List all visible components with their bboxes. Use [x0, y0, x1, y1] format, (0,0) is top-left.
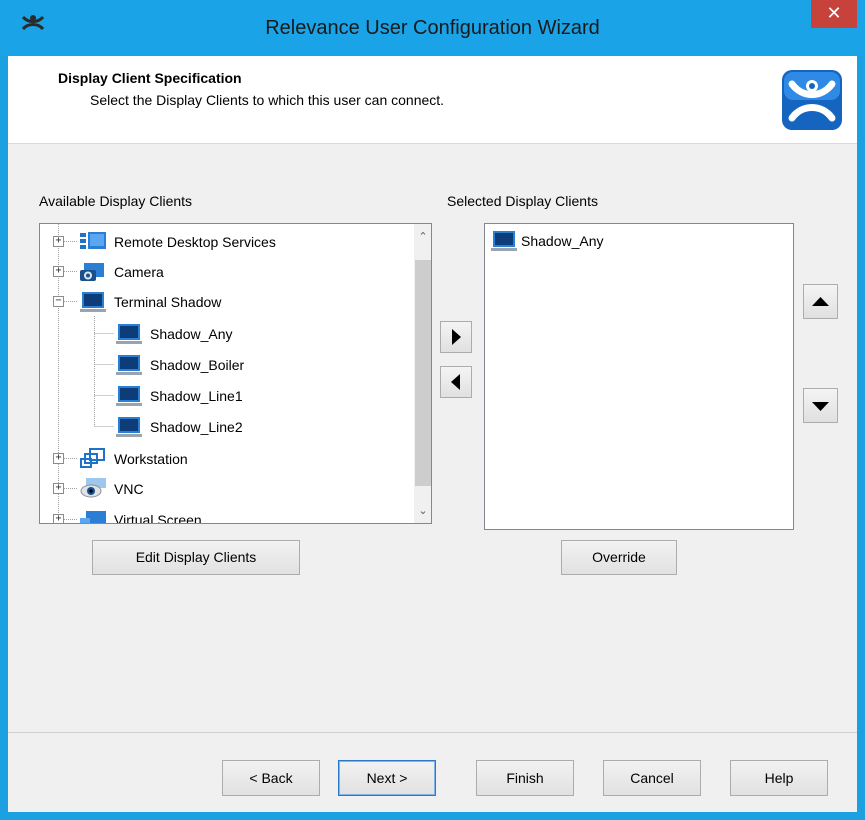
wizard-window: Relevance User Configuration Wizard ✕ Di…	[0, 0, 865, 820]
monitor-icon	[116, 417, 142, 437]
move-down-button[interactable]	[803, 388, 838, 423]
vnc-eye-icon	[80, 478, 106, 498]
expand-workstation-button[interactable]: +	[53, 453, 64, 464]
arrow-right-icon	[452, 329, 461, 345]
tree-item-camera[interactable]: Camera	[80, 258, 164, 286]
camera-icon	[80, 263, 104, 281]
finish-button[interactable]: Finish	[476, 760, 574, 796]
tree-item-shadow-line1[interactable]: Shadow_Line1	[116, 382, 243, 410]
selected-clients-label: Selected Display Clients	[447, 193, 598, 209]
tree-item-shadow-boiler[interactable]: Shadow_Boiler	[116, 351, 244, 379]
expand-camera-button[interactable]: +	[53, 266, 64, 277]
monitor-icon	[116, 324, 142, 344]
available-clients-tree[interactable]: + Remote Desktop Services + Camera − Ter…	[39, 223, 432, 524]
virtual-screen-icon	[80, 511, 106, 523]
scrollbar-thumb[interactable]	[415, 260, 431, 486]
add-to-selected-button[interactable]	[440, 321, 472, 353]
monitor-icon	[491, 231, 517, 251]
close-button[interactable]: ✕	[811, 0, 857, 28]
wizard-body: Display Client Specification Select the …	[8, 56, 857, 812]
tree-item-label: Shadow_Boiler	[150, 357, 245, 373]
tree-item-shadow-any[interactable]: Shadow_Any	[116, 320, 233, 348]
tree-item-label: VNC	[114, 481, 144, 497]
tree-item-label: Terminal Shadow	[114, 294, 222, 310]
back-button[interactable]: < Back	[222, 760, 320, 796]
workstation-icon	[80, 448, 105, 468]
collapse-terminal-shadow-button[interactable]: −	[53, 296, 64, 307]
tree-item-label: Camera	[114, 264, 164, 280]
tree-item-terminal-shadow[interactable]: Terminal Shadow	[80, 288, 221, 316]
page-title: Display Client Specification	[58, 70, 242, 86]
expand-virtual-screen-button[interactable]: +	[53, 514, 64, 523]
tree-item-vnc[interactable]: VNC	[80, 475, 144, 503]
triangle-up-icon	[812, 297, 829, 306]
available-clients-label: Available Display Clients	[39, 193, 193, 209]
product-logo-icon	[782, 70, 842, 130]
tree-item-label: Virtual Screen	[114, 512, 202, 524]
window-title: Relevance User Configuration Wizard	[265, 17, 600, 39]
arrow-left-icon	[451, 374, 460, 390]
selected-item-shadow-any[interactable]: Shadow_Any	[491, 230, 604, 252]
tree-item-virtual-screen[interactable]: Virtual Screen	[80, 506, 202, 524]
terminal-shadow-icon	[80, 292, 106, 312]
help-button[interactable]: Help	[730, 760, 828, 796]
cancel-button[interactable]: Cancel	[603, 760, 701, 796]
wizard-header: Display Client Specification Select the …	[8, 56, 857, 144]
override-button[interactable]: Override	[561, 540, 677, 575]
edit-display-clients-button[interactable]: Edit Display Clients	[92, 540, 300, 575]
expand-remote-desktop-button[interactable]: +	[53, 236, 64, 247]
monitor-icon	[116, 386, 142, 406]
tree-item-workstation[interactable]: Workstation	[80, 445, 188, 473]
next-button[interactable]: Next >	[338, 760, 436, 796]
remote-desktop-icon	[80, 232, 106, 249]
tree-item-label: Remote Desktop Services	[114, 234, 276, 250]
page-subtitle: Select the Display Clients to which this…	[90, 92, 445, 108]
tree-item-shadow-line2[interactable]: Shadow_Line2	[116, 413, 243, 441]
tree-item-label: Shadow_Line1	[150, 388, 243, 404]
scroll-down-arrow-icon[interactable]: ⌄	[414, 502, 431, 520]
selected-clients-list[interactable]: Shadow_Any	[484, 223, 794, 530]
footer-divider	[8, 732, 857, 733]
expand-vnc-button[interactable]: +	[53, 483, 64, 494]
tree-item-label: Shadow_Any	[150, 326, 233, 342]
monitor-icon	[116, 355, 142, 375]
tree-vertical-scrollbar[interactable]: ⌃ ⌄	[414, 224, 431, 523]
tree-item-label: Workstation	[114, 451, 188, 467]
scroll-up-arrow-icon[interactable]: ⌃	[414, 228, 431, 246]
move-up-button[interactable]	[803, 284, 838, 319]
tree-item-label: Shadow_Line2	[150, 419, 243, 435]
selected-item-label: Shadow_Any	[521, 233, 604, 249]
title-bar[interactable]: Relevance User Configuration Wizard ✕	[0, 0, 865, 56]
tree-item-remote-desktop-services[interactable]: Remote Desktop Services	[80, 228, 276, 256]
remove-from-selected-button[interactable]	[440, 366, 472, 398]
triangle-down-icon	[812, 402, 829, 411]
